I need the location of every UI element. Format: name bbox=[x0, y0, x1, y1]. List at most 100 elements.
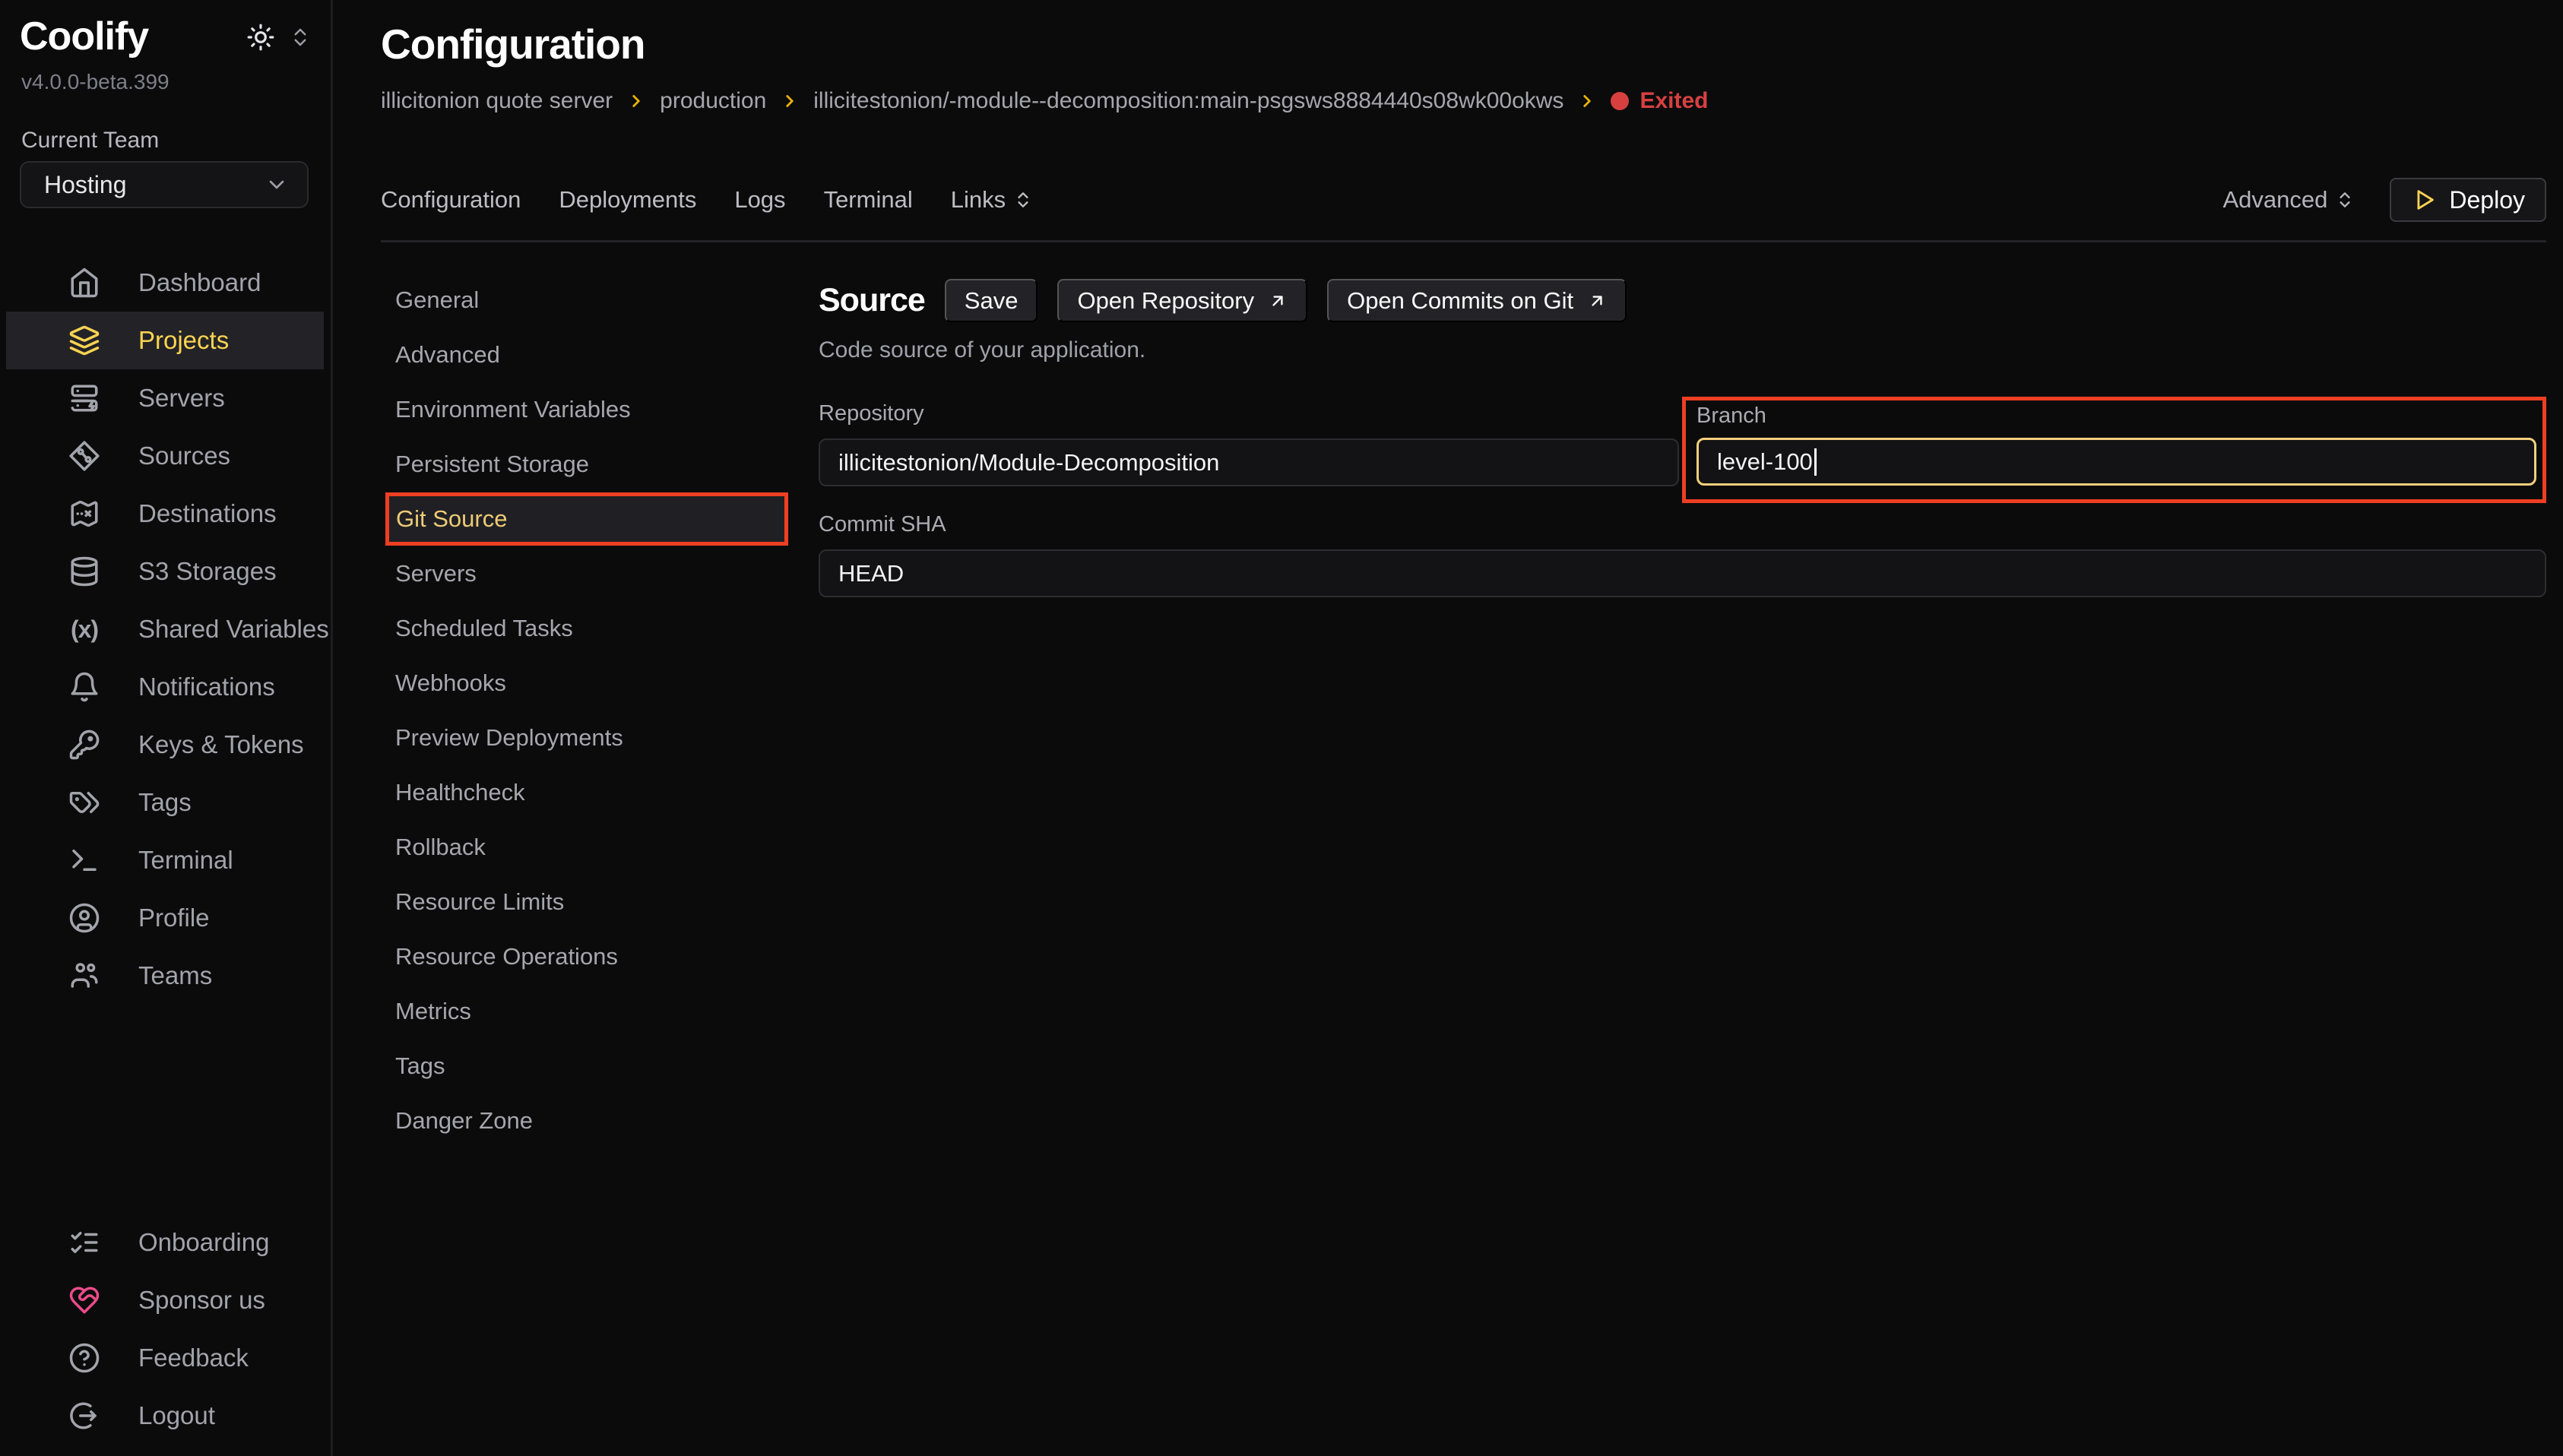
chevron-down-icon bbox=[265, 173, 289, 197]
terminal-icon bbox=[68, 844, 100, 876]
commit-sha-field-group: Commit SHA HEAD bbox=[819, 512, 2546, 597]
subnav-item-environment-variables[interactable]: Environment Variables bbox=[381, 382, 819, 437]
sidebar: Coolify v4.0.0-beta.399 Current Team Hos… bbox=[0, 0, 333, 1456]
play-icon bbox=[2411, 187, 2437, 213]
app-logo[interactable]: Coolify bbox=[20, 15, 148, 59]
subnav-item-resource-operations[interactable]: Resource Operations bbox=[381, 929, 819, 984]
team-select[interactable]: Hosting bbox=[20, 161, 309, 208]
sidebar-footer-nav: Onboarding Sponsor us Feedback Logout bbox=[0, 1214, 333, 1445]
save-button[interactable]: Save bbox=[945, 279, 1038, 322]
breadcrumb-project[interactable]: illicitonion quote server bbox=[381, 88, 613, 114]
tab-logs[interactable]: Logs bbox=[734, 186, 785, 214]
sidebar-item-s3-storages[interactable]: S3 Storages bbox=[0, 543, 333, 600]
subnav-item-preview-deployments[interactable]: Preview Deployments bbox=[381, 711, 819, 765]
branch-input[interactable]: level-100 bbox=[1697, 438, 2536, 486]
sidebar-item-sponsor[interactable]: Sponsor us bbox=[0, 1271, 333, 1329]
tab-links[interactable]: Links bbox=[951, 186, 1033, 214]
tab-terminal[interactable]: Terminal bbox=[824, 186, 913, 214]
sidebar-item-shared-variables[interactable]: (x) Shared Variables bbox=[0, 600, 333, 658]
database-icon bbox=[68, 555, 100, 587]
open-commits-button[interactable]: Open Commits on Git bbox=[1327, 279, 1627, 322]
help-circle-icon bbox=[68, 1342, 100, 1374]
tab-configuration[interactable]: Configuration bbox=[381, 186, 521, 214]
repository-value: illicitestonion/Module-Decomposition bbox=[838, 449, 1219, 476]
sidebar-item-tags[interactable]: Tags bbox=[0, 774, 333, 831]
subnav-item-metrics[interactable]: Metrics bbox=[381, 984, 819, 1039]
subnav-item-tags[interactable]: Tags bbox=[381, 1039, 819, 1094]
breadcrumb-environment[interactable]: production bbox=[660, 88, 766, 114]
repository-field-group: Repository illicitestonion/Module-Decomp… bbox=[819, 401, 1679, 486]
heart-icon bbox=[68, 1284, 100, 1316]
sidebar-item-terminal[interactable]: Terminal bbox=[0, 831, 333, 889]
repository-label: Repository bbox=[819, 401, 1679, 426]
main-content: Configuration illicitonion quote server … bbox=[335, 0, 2563, 1456]
sidebar-item-projects[interactable]: Projects bbox=[6, 312, 324, 369]
deploy-button[interactable]: Deploy bbox=[2390, 178, 2546, 222]
divider bbox=[381, 240, 2546, 242]
page-title: Configuration bbox=[381, 20, 2546, 68]
logo-row: Coolify bbox=[20, 15, 312, 59]
theme-sun-icon[interactable] bbox=[246, 23, 275, 55]
subnav-item-git-source[interactable]: Git Source bbox=[389, 496, 784, 542]
sidebar-item-destinations[interactable]: Destinations bbox=[0, 485, 333, 543]
sidebar-item-label: Servers bbox=[138, 384, 225, 413]
sidebar-item-label: S3 Storages bbox=[138, 557, 277, 586]
open-repository-button[interactable]: Open Repository bbox=[1057, 279, 1307, 322]
sidebar-item-profile[interactable]: Profile bbox=[0, 889, 333, 947]
chevron-right-icon bbox=[1577, 91, 1597, 111]
subnav-item-servers[interactable]: Servers bbox=[381, 546, 819, 601]
sidebar-item-feedback[interactable]: Feedback bbox=[0, 1329, 333, 1387]
open-repository-label: Open Repository bbox=[1077, 287, 1254, 315]
branch-value: level-100 bbox=[1717, 448, 1813, 476]
sidebar-item-label: Dashboard bbox=[138, 268, 261, 297]
subnav-item-webhooks[interactable]: Webhooks bbox=[381, 656, 819, 711]
branch-label: Branch bbox=[1697, 404, 2536, 429]
repository-input[interactable]: illicitestonion/Module-Decomposition bbox=[819, 438, 1679, 486]
sidebar-item-label: Logout bbox=[138, 1401, 215, 1430]
subnav-item-healthcheck[interactable]: Healthcheck bbox=[381, 765, 819, 820]
subnav-item-general[interactable]: General bbox=[381, 273, 819, 328]
git-source-icon bbox=[68, 440, 100, 472]
app-version: v4.0.0-beta.399 bbox=[21, 70, 169, 94]
sidebar-item-label: Feedback bbox=[138, 1344, 249, 1372]
status-label: Exited bbox=[1639, 88, 1708, 114]
sidebar-item-servers[interactable]: Servers bbox=[0, 369, 333, 427]
subnav-item-resource-limits[interactable]: Resource Limits bbox=[381, 875, 819, 929]
subnav-item-rollback[interactable]: Rollback bbox=[381, 820, 819, 875]
commit-sha-label: Commit SHA bbox=[819, 512, 2546, 537]
tab-links-label: Links bbox=[951, 186, 1006, 214]
sidebar-item-label: Profile bbox=[138, 904, 210, 932]
chevrons-up-down-icon bbox=[2335, 190, 2355, 210]
sidebar-item-keys-tokens[interactable]: Keys & Tokens bbox=[0, 716, 333, 774]
commit-sha-input[interactable]: HEAD bbox=[819, 549, 2546, 597]
tab-deployments[interactable]: Deployments bbox=[559, 186, 696, 214]
sidebar-item-sources[interactable]: Sources bbox=[0, 427, 333, 485]
text-caret bbox=[1814, 448, 1817, 476]
sidebar-item-notifications[interactable]: Notifications bbox=[0, 658, 333, 716]
sidebar-item-dashboard[interactable]: Dashboard bbox=[0, 254, 333, 312]
subnav-item-danger-zone[interactable]: Danger Zone bbox=[381, 1094, 819, 1148]
chevrons-up-down-icon[interactable] bbox=[289, 26, 312, 52]
sidebar-item-label: Projects bbox=[138, 326, 229, 355]
subnav-item-advanced[interactable]: Advanced bbox=[381, 328, 819, 382]
variable-icon: (x) bbox=[68, 616, 100, 644]
key-icon bbox=[68, 729, 100, 761]
tags-icon bbox=[68, 787, 100, 818]
team-select-value: Hosting bbox=[44, 171, 127, 199]
subnav-item-scheduled-tasks[interactable]: Scheduled Tasks bbox=[381, 601, 819, 656]
breadcrumb-application[interactable]: illicitestonion/-module--decomposition:m… bbox=[813, 88, 1563, 114]
server-icon bbox=[68, 382, 100, 414]
sidebar-item-label: Keys & Tokens bbox=[138, 730, 304, 759]
annotation-box-git-source: Git Source bbox=[385, 492, 788, 546]
sidebar-item-logout[interactable]: Logout bbox=[0, 1387, 333, 1445]
advanced-label: Advanced bbox=[2223, 186, 2328, 214]
advanced-dropdown[interactable]: Advanced bbox=[2223, 186, 2355, 214]
breadcrumb: illicitonion quote server production ill… bbox=[381, 88, 2546, 114]
chevron-right-icon bbox=[626, 91, 646, 111]
git-source-form: Source Save Open Repository Open Commits… bbox=[819, 273, 2546, 597]
section-description: Code source of your application. bbox=[819, 337, 2546, 363]
sidebar-item-teams[interactable]: Teams bbox=[0, 947, 333, 1005]
subnav-item-persistent-storage[interactable]: Persistent Storage bbox=[381, 437, 819, 492]
sidebar-item-label: Destinations bbox=[138, 499, 277, 528]
sidebar-item-onboarding[interactable]: Onboarding bbox=[0, 1214, 333, 1271]
